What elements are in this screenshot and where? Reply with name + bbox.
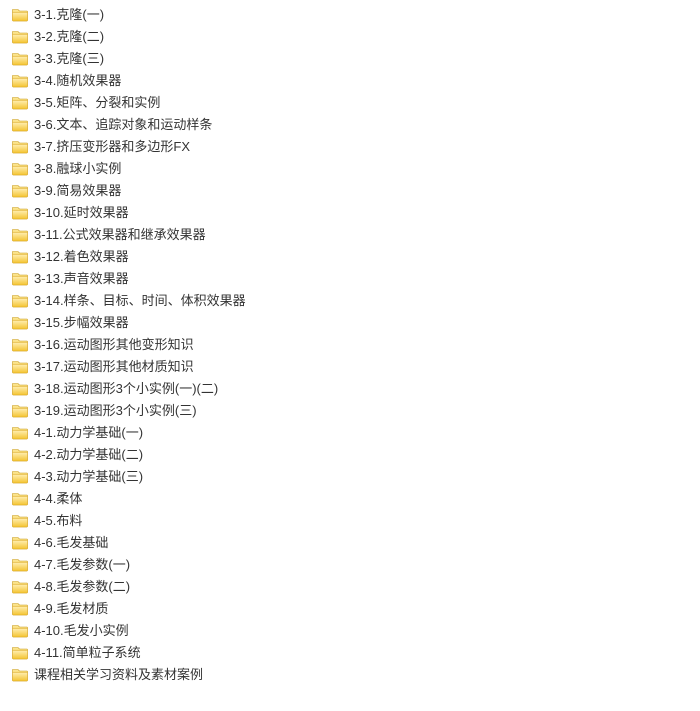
folder-item[interactable]: 3-15.步幅效果器 (8, 312, 692, 334)
folder-icon (12, 294, 28, 308)
folder-name: 4-8.毛发参数(二) (34, 576, 130, 598)
folder-name: 3-17.运动图形其他材质知识 (34, 356, 194, 378)
folder-item[interactable]: 4-3.动力学基础(三) (8, 466, 692, 488)
folder-icon (12, 184, 28, 198)
folder-item[interactable]: 3-3.克隆(三) (8, 48, 692, 70)
folder-name: 3-4.随机效果器 (34, 70, 121, 92)
folder-name: 3-6.文本、追踪对象和运动样条 (34, 114, 212, 136)
folder-name: 4-9.毛发材质 (34, 598, 108, 620)
folder-item[interactable]: 3-11.公式效果器和继承效果器 (8, 224, 692, 246)
folder-icon (12, 404, 28, 418)
folder-icon (12, 514, 28, 528)
folder-icon (12, 52, 28, 66)
folder-item[interactable]: 3-7.挤压变形器和多边形FX (8, 136, 692, 158)
folder-item[interactable]: 3-4.随机效果器 (8, 70, 692, 92)
folder-item[interactable]: 4-9.毛发材质 (8, 598, 692, 620)
folder-icon (12, 228, 28, 242)
folder-name: 3-3.克隆(三) (34, 48, 104, 70)
folder-item[interactable]: 3-1.克隆(一) (8, 4, 692, 26)
folder-item[interactable]: 3-16.运动图形其他变形知识 (8, 334, 692, 356)
folder-name: 3-13.声音效果器 (34, 268, 129, 290)
folder-icon (12, 646, 28, 660)
folder-icon (12, 272, 28, 286)
folder-item[interactable]: 4-2.动力学基础(二) (8, 444, 692, 466)
folder-name: 4-5.布料 (34, 510, 82, 532)
folder-icon (12, 206, 28, 220)
folder-name: 3-14.样条、目标、时间、体积效果器 (34, 290, 246, 312)
folder-icon (12, 8, 28, 22)
folder-name: 4-3.动力学基础(三) (34, 466, 143, 488)
folder-item[interactable]: 4-5.布料 (8, 510, 692, 532)
folder-name: 3-11.公式效果器和继承效果器 (34, 224, 206, 246)
folder-item[interactable]: 3-5.矩阵、分裂和实例 (8, 92, 692, 114)
folder-item[interactable]: 4-11.简单粒子系统 (8, 642, 692, 664)
folder-icon (12, 382, 28, 396)
folder-item[interactable]: 3-17.运动图形其他材质知识 (8, 356, 692, 378)
folder-name: 3-5.矩阵、分裂和实例 (34, 92, 160, 114)
folder-name: 3-7.挤压变形器和多边形FX (34, 136, 190, 158)
folder-icon (12, 448, 28, 462)
folder-item[interactable]: 4-10.毛发小实例 (8, 620, 692, 642)
folder-name: 3-2.克隆(二) (34, 26, 104, 48)
folder-name: 3-18.运动图形3个小实例(一)(二) (34, 378, 218, 400)
folder-name: 4-11.简单粒子系统 (34, 642, 141, 664)
folder-name: 4-6.毛发基础 (34, 532, 108, 554)
folder-name: 4-10.毛发小实例 (34, 620, 129, 642)
folder-name: 3-1.克隆(一) (34, 4, 104, 26)
folder-icon (12, 624, 28, 638)
folder-item[interactable]: 3-19.运动图形3个小实例(三) (8, 400, 692, 422)
folder-icon (12, 492, 28, 506)
folder-name: 3-19.运动图形3个小实例(三) (34, 400, 197, 422)
folder-icon (12, 316, 28, 330)
folder-item[interactable]: 3-8.融球小实例 (8, 158, 692, 180)
folder-item[interactable]: 4-4.柔体 (8, 488, 692, 510)
folder-icon (12, 558, 28, 572)
folder-item[interactable]: 3-10.延时效果器 (8, 202, 692, 224)
folder-icon (12, 96, 28, 110)
folder-icon (12, 602, 28, 616)
folder-item[interactable]: 3-2.克隆(二) (8, 26, 692, 48)
folder-icon (12, 426, 28, 440)
folder-icon (12, 470, 28, 484)
folder-item[interactable]: 3-9.简易效果器 (8, 180, 692, 202)
folder-item[interactable]: 3-13.声音效果器 (8, 268, 692, 290)
folder-item[interactable]: 4-6.毛发基础 (8, 532, 692, 554)
folder-icon (12, 162, 28, 176)
folder-icon (12, 140, 28, 154)
folder-item[interactable]: 课程相关学习资料及素材案例 (8, 664, 692, 686)
folder-icon (12, 536, 28, 550)
folder-icon (12, 580, 28, 594)
folder-name: 课程相关学习资料及素材案例 (34, 664, 203, 686)
folder-name: 4-7.毛发参数(一) (34, 554, 130, 576)
folder-icon (12, 338, 28, 352)
folder-name: 3-8.融球小实例 (34, 158, 121, 180)
folder-name: 4-1.动力学基础(一) (34, 422, 143, 444)
folder-item[interactable]: 3-6.文本、追踪对象和运动样条 (8, 114, 692, 136)
folder-item[interactable]: 4-1.动力学基础(一) (8, 422, 692, 444)
folder-name: 4-2.动力学基础(二) (34, 444, 143, 466)
folder-list: 3-1.克隆(一) 3-2.克隆(二) 3-3.克隆(三) (8, 4, 692, 686)
folder-icon (12, 30, 28, 44)
folder-name: 3-9.简易效果器 (34, 180, 121, 202)
folder-item[interactable]: 3-18.运动图形3个小实例(一)(二) (8, 378, 692, 400)
folder-icon (12, 360, 28, 374)
folder-item[interactable]: 3-12.着色效果器 (8, 246, 692, 268)
folder-name: 3-12.着色效果器 (34, 246, 129, 268)
folder-item[interactable]: 4-7.毛发参数(一) (8, 554, 692, 576)
folder-icon (12, 118, 28, 132)
folder-icon (12, 250, 28, 264)
folder-name: 3-10.延时效果器 (34, 202, 129, 224)
folder-name: 3-16.运动图形其他变形知识 (34, 334, 194, 356)
folder-name: 4-4.柔体 (34, 488, 82, 510)
folder-icon (12, 668, 28, 682)
folder-name: 3-15.步幅效果器 (34, 312, 129, 334)
folder-icon (12, 74, 28, 88)
folder-item[interactable]: 4-8.毛发参数(二) (8, 576, 692, 598)
folder-item[interactable]: 3-14.样条、目标、时间、体积效果器 (8, 290, 692, 312)
